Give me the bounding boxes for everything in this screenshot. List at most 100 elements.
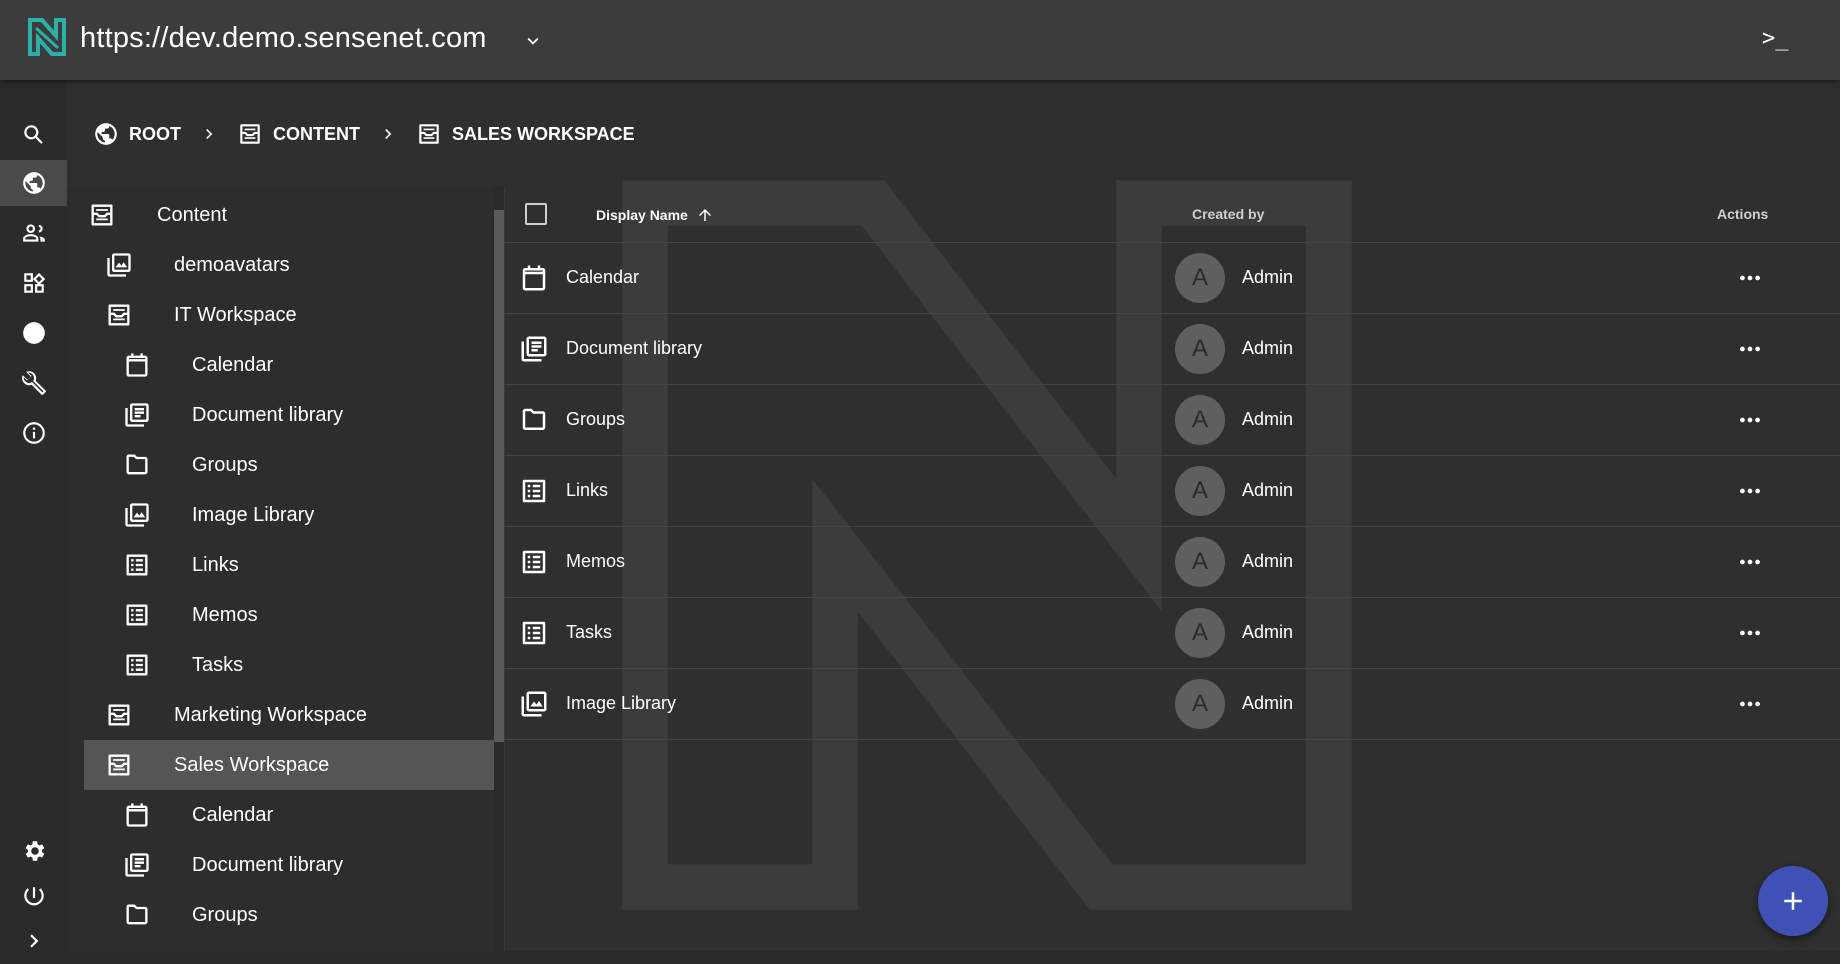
arrow-up-icon <box>698 209 711 221</box>
row-display-name[interactable]: Memos <box>566 551 625 572</box>
tree-item-sales-workspace[interactable]: Sales Workspace <box>84 740 494 790</box>
document-library-icon <box>123 401 151 429</box>
column-actions: Actions <box>1717 206 1769 222</box>
nav-logout[interactable] <box>0 874 67 920</box>
document-library-icon <box>519 334 549 364</box>
chevron-right-icon <box>378 124 398 144</box>
table-row[interactable]: Memos A Admin <box>505 527 1840 598</box>
calendar-icon <box>123 801 151 829</box>
more-horiz-icon[interactable] <box>1735 336 1765 362</box>
breadcrumb-label: CONTENT <box>273 123 360 144</box>
users-icon <box>22 224 45 242</box>
column-created-by[interactable]: Created by <box>1192 206 1264 222</box>
tree-item-groups[interactable]: Groups <box>67 440 494 490</box>
nav-setup[interactable] <box>0 360 67 406</box>
nav-users-groups[interactable] <box>0 210 67 256</box>
row-display-name[interactable]: Groups <box>566 409 625 430</box>
tree-item-document-library[interactable]: Document library <box>67 390 494 440</box>
breadcrumb-root[interactable]: ROOT <box>93 121 181 147</box>
site-url[interactable]: https://dev.demo.sensenet.com <box>80 22 487 55</box>
list-icon <box>123 601 151 629</box>
row-created-by: Admin <box>1242 693 1294 713</box>
tree-item-calendar[interactable]: Calendar <box>67 340 494 390</box>
select-all-checkbox[interactable] <box>525 203 547 225</box>
tree-item-content[interactable]: Content <box>67 190 494 240</box>
row-created-by: Admin <box>1242 409 1294 429</box>
breadcrumb-label: SALES WORKSPACE <box>452 123 635 144</box>
more-horiz-icon[interactable] <box>1735 620 1765 646</box>
more-horiz-icon[interactable] <box>1735 691 1765 717</box>
workspace-icon <box>88 201 116 229</box>
chevron-right-icon <box>199 124 219 144</box>
calendar-icon <box>519 263 549 293</box>
row-display-name[interactable]: Calendar <box>566 267 639 288</box>
more-horiz-icon[interactable] <box>1735 265 1765 291</box>
nav-localization[interactable] <box>0 310 67 356</box>
more-horiz-icon[interactable] <box>1735 478 1765 504</box>
content-tree: Content demoavatars IT Workspace Calenda… <box>67 187 504 951</box>
table-row[interactable]: Image Library A Admin <box>505 669 1840 740</box>
image-library-icon <box>105 251 133 279</box>
nav-content-types[interactable] <box>0 260 67 306</box>
tree-item-image-library[interactable]: Image Library <box>67 490 494 540</box>
nav-content[interactable] <box>0 160 67 206</box>
nav-settings[interactable] <box>0 828 67 874</box>
breadcrumb-content[interactable]: CONTENT <box>237 121 360 147</box>
tree-item-label: Document library <box>192 853 344 876</box>
tree-item-label: IT Workspace <box>174 303 297 326</box>
row-display-name[interactable]: Links <box>566 480 608 501</box>
tree-item-document-library[interactable]: Document library <box>67 840 494 890</box>
tree-item-links[interactable]: Links <box>67 540 494 590</box>
add-content-button[interactable] <box>1758 866 1828 936</box>
avatar: A <box>1175 395 1225 445</box>
tree-item-marketing-workspace[interactable]: Marketing Workspace <box>67 690 494 740</box>
folder-icon <box>123 901 151 929</box>
tree-item-label: Calendar <box>192 353 274 376</box>
workspace-icon <box>105 751 133 779</box>
row-created-by: Admin <box>1242 338 1294 358</box>
tree-scrollbar-thumb[interactable] <box>494 210 504 742</box>
folder-icon <box>519 405 549 435</box>
table-row[interactable]: Tasks A Admin <box>505 598 1840 669</box>
row-display-name[interactable]: Document library <box>566 338 702 359</box>
nav-info[interactable] <box>0 410 67 456</box>
more-horiz-icon[interactable] <box>1735 549 1765 575</box>
tree-item-calendar[interactable]: Calendar <box>67 790 494 840</box>
tree-item-label: Sales Workspace <box>174 753 330 776</box>
list-icon <box>519 547 549 577</box>
avatar: A <box>1175 537 1225 587</box>
tree-item-groups[interactable]: Groups <box>67 890 494 940</box>
tree-item-label: Groups <box>192 453 258 476</box>
tree-item-it-workspace[interactable]: IT Workspace <box>67 290 494 340</box>
nav-search[interactable] <box>0 112 67 158</box>
table-row[interactable]: Document library A Admin <box>505 314 1840 385</box>
table-row[interactable]: Calendar A Admin <box>505 243 1840 314</box>
row-created-by: Admin <box>1242 622 1294 642</box>
row-display-name[interactable]: Tasks <box>566 622 612 643</box>
nav-expand[interactable] <box>0 918 67 964</box>
tree-item-label: Memos <box>192 603 258 626</box>
main-area: ROOT CONTENT SALES WORKSPACE Content dem… <box>67 80 1840 951</box>
row-display-name[interactable]: Image Library <box>566 693 676 714</box>
command-palette-button[interactable]: >_ <box>1762 26 1789 51</box>
avatar: A <box>1175 253 1225 303</box>
breadcrumb-sales-workspace[interactable]: SALES WORKSPACE <box>416 121 635 147</box>
tree-item-label: Links <box>192 553 239 576</box>
chevron-right-icon <box>21 928 47 954</box>
avatar: A <box>1175 608 1225 658</box>
row-created-by: Admin <box>1242 551 1294 571</box>
more-horiz-icon[interactable] <box>1735 407 1765 433</box>
tree-item-memos[interactable]: Memos <box>67 590 494 640</box>
tree-item-demoavatars[interactable]: demoavatars <box>67 240 494 290</box>
column-display-name[interactable]: Display Name <box>596 206 714 224</box>
tree-item-label: Image Library <box>192 503 315 526</box>
tree-item-tasks[interactable]: Tasks <box>67 640 494 690</box>
calendar-icon <box>123 351 151 379</box>
table-row[interactable]: Links A Admin <box>505 456 1840 527</box>
table-row[interactable]: Groups A Admin <box>505 385 1840 456</box>
power-icon <box>23 887 44 906</box>
document-library-icon <box>123 851 151 879</box>
chevron-down-icon[interactable] <box>522 30 544 52</box>
sensenet-logo-icon[interactable] <box>26 16 68 58</box>
tree-item-label: Document library <box>192 403 344 426</box>
